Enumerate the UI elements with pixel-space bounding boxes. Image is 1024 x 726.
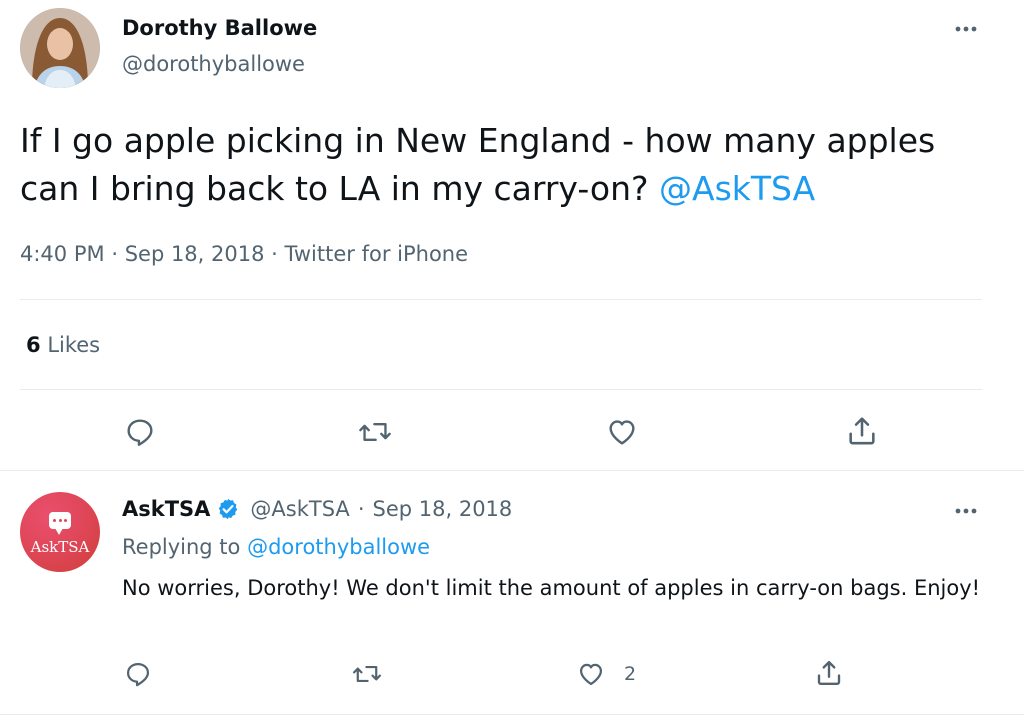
likes-count: 6 — [26, 333, 41, 357]
divider — [0, 714, 1024, 715]
retweet-button[interactable] — [358, 416, 392, 448]
retweet-button[interactable] — [352, 660, 382, 688]
reply-icon — [126, 662, 150, 687]
meta-separator: · — [357, 497, 365, 521]
mention-link[interactable]: @AskTSA — [659, 169, 815, 208]
retweet-icon — [352, 665, 382, 683]
likes-stat[interactable]: 6 Likes — [26, 333, 100, 357]
divider — [0, 470, 1024, 471]
tweet-date[interactable]: Sep 18, 2018 — [125, 242, 265, 266]
reply-author-name[interactable]: AskTSA — [122, 497, 210, 521]
avatar[interactable] — [20, 8, 100, 88]
avatar-photo — [20, 8, 100, 88]
reply-text: No worries, Dorothy! We don't limit the … — [122, 576, 981, 600]
replying-to: Replying to @dorothyballowe — [122, 535, 430, 559]
tweet-text: If I go apple picking in New England - h… — [20, 117, 995, 213]
like-icon — [579, 663, 603, 686]
share-icon — [849, 417, 875, 445]
likes-label: Likes — [47, 333, 101, 357]
tweet-meta: 4:40 PM · Sep 18, 2018 · Twitter for iPh… — [20, 242, 468, 266]
like-icon — [609, 420, 635, 445]
divider — [20, 299, 982, 300]
author-name[interactable]: Dorothy Ballowe — [122, 16, 317, 40]
reply-button[interactable] — [124, 660, 152, 688]
more-icon — [955, 26, 977, 32]
chat-dots — [53, 519, 67, 522]
more-icon — [955, 508, 977, 514]
reply-header: AskTSA @AskTSA · Sep 18, 2018 — [122, 497, 512, 521]
reply-date[interactable]: Sep 18, 2018 — [373, 497, 513, 521]
share-icon — [817, 660, 841, 685]
more-options-button[interactable] — [950, 18, 982, 40]
verified-icon — [219, 498, 238, 520]
retweet-icon — [359, 422, 391, 442]
reply-author-handle[interactable]: @AskTSA — [250, 497, 349, 521]
tweet-time[interactable]: 4:40 PM — [20, 242, 105, 266]
like-button[interactable]: 2 — [576, 660, 636, 688]
reply-button[interactable] — [124, 416, 156, 448]
share-button[interactable] — [814, 658, 844, 688]
divider — [20, 389, 982, 390]
replying-to-handle[interactable]: @dorothyballowe — [247, 535, 430, 559]
avatar-logo-text: AskTSA — [30, 538, 90, 556]
replying-to-label: Replying to — [122, 535, 241, 559]
reply-icon — [127, 419, 153, 446]
meta-separator: · — [271, 242, 278, 266]
like-button[interactable] — [605, 416, 639, 448]
author-handle[interactable]: @dorothyballowe — [122, 52, 305, 76]
avatar[interactable]: AskTSA — [20, 492, 100, 572]
more-options-button[interactable] — [950, 500, 982, 522]
meta-separator: · — [111, 242, 118, 266]
share-button[interactable] — [845, 414, 879, 448]
like-count: 2 — [624, 663, 637, 685]
tweet-source[interactable]: Twitter for iPhone — [285, 242, 469, 266]
